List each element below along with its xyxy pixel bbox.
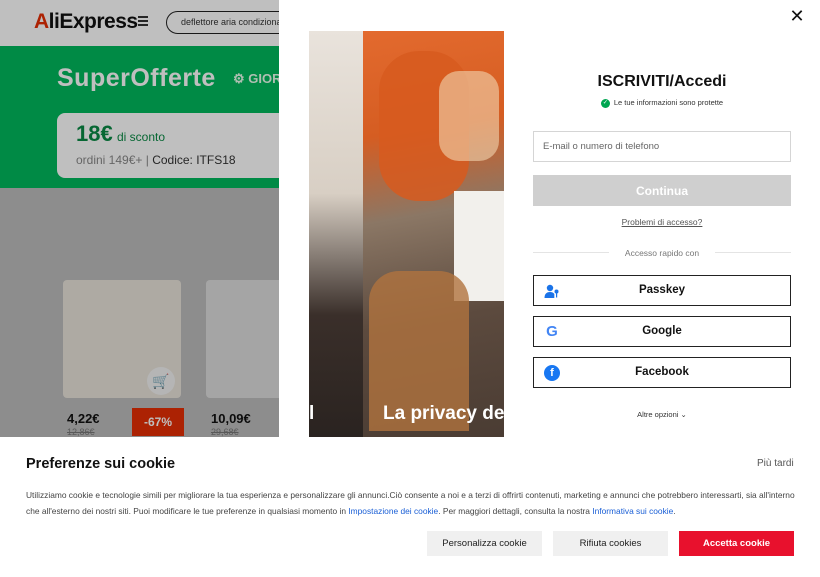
- cookie-text-3: .: [673, 506, 676, 516]
- later-link[interactable]: Più tardi: [757, 458, 794, 469]
- google-button[interactable]: G Google: [533, 316, 791, 347]
- passkey-icon: [544, 284, 559, 298]
- email-field[interactable]: [533, 131, 791, 162]
- login-form: ISCRIVITI/Accedi ✓ Le tue informazioni so…: [533, 0, 791, 437]
- accept-cookies-button[interactable]: Accetta cookie: [679, 531, 794, 556]
- reject-cookies-button[interactable]: Rifiuta cookies: [553, 531, 668, 556]
- photo-left-panel: [309, 31, 363, 437]
- facebook-label: Facebook: [635, 366, 689, 378]
- shield-check-icon: ✓: [600, 98, 610, 108]
- modal-title: ISCRIVITI/Accedi: [597, 73, 727, 90]
- access-problems-link[interactable]: Problemi di accesso?: [533, 217, 791, 227]
- passkey-label: Passkey: [638, 284, 686, 296]
- secure-note: ✓ Le tue informazioni sono protette: [533, 98, 791, 108]
- facebook-button[interactable]: f Facebook: [533, 357, 791, 388]
- more-options-link[interactable]: Altre opzioni ⌄: [533, 410, 791, 419]
- promo-photo: l La privacy de: [309, 31, 504, 437]
- facebook-icon: f: [544, 365, 560, 381]
- passkey-button[interactable]: Passkey: [533, 275, 791, 306]
- chevron-down-icon: ⌄: [680, 410, 687, 419]
- quick-access-label: Accesso rapido con: [624, 248, 700, 258]
- photo-person: [439, 71, 499, 161]
- cookie-title: Preferenze sui cookie: [26, 456, 176, 472]
- customize-cookies-button[interactable]: Personalizza cookie: [427, 531, 542, 556]
- photo-caption-left: l: [309, 403, 315, 424]
- more-options-text: Altre opzioni: [637, 410, 679, 419]
- quick-access-divider: Accesso rapido con: [533, 248, 791, 258]
- continue-button[interactable]: Continua: [533, 175, 791, 206]
- login-modal: ✕ l La privacy de ISCRIVITI/Accedi ✓ Le t…: [279, 0, 820, 437]
- cookie-policy-link[interactable]: Informativa sui cookie: [592, 506, 673, 516]
- google-icon: G: [546, 323, 558, 340]
- cookie-settings-link[interactable]: Impostazione dei cookie: [348, 506, 438, 516]
- cookie-description: Utilizziamo cookie e tecnologie simili p…: [26, 487, 796, 519]
- google-label: Google: [642, 325, 682, 337]
- cookie-text-2: . Per maggiori dettagli, consulta la nos…: [438, 506, 593, 516]
- secure-note-text: Le tue informazioni sono protette: [613, 98, 724, 107]
- divider-line: [715, 252, 791, 253]
- cookie-banner: Preferenze sui cookie Più tardi Utilizzi…: [0, 437, 820, 577]
- photo-caption: La privacy de: [383, 403, 504, 424]
